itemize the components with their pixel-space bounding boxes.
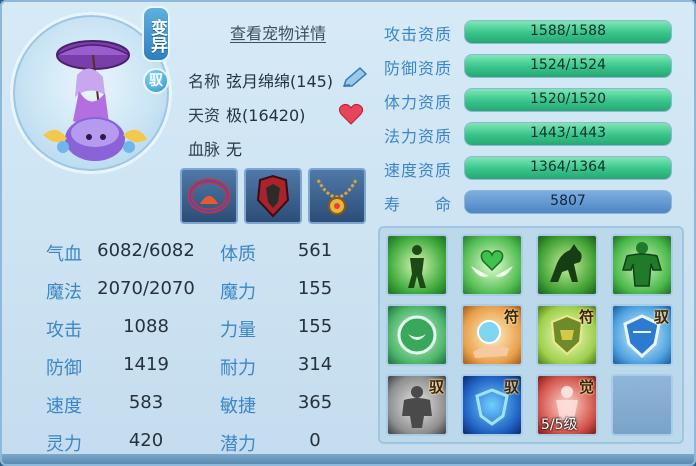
pet-bloodline-label: 血脉 [188,140,221,159]
strong-man-icon [622,242,662,287]
equipment-slot-ring[interactable] [180,168,238,224]
skill-slot-8[interactable]: 驭 [611,304,673,366]
skill-slot-3[interactable] [536,234,598,296]
pet-name-value: 弦月绵绵(145) [226,72,334,91]
aptitude-row-stamina: 体力资质 1520/1520 [374,86,674,114]
aptitude-magic-label: 法力资质 [384,127,453,146]
skill-grid: 符 符 驭 驭 驭 觉 5/5级 [378,226,684,444]
lifespan-row: 寿 命 5807 [374,188,674,216]
ride-badge[interactable]: 驭 [143,68,169,94]
stat-constitution-value: 561 [297,240,333,261]
aptitude-row-defense: 防御资质 1524/1524 [374,52,674,80]
lifespan-label: 寿 命 [384,195,453,214]
stat-defense-label: 防御 [46,358,82,379]
skill-6-tag: 符 [503,308,519,326]
lifespan-value: 5807 [550,193,586,209]
stat-attack-value: 1088 [123,316,169,337]
pet-talent-label: 天资 [188,106,221,125]
skill-slot-6[interactable]: 符 [461,304,523,366]
stat-magic-value: 155 [297,278,333,299]
aptitude-speed-value: 1364/1364 [530,159,606,175]
skill-slot-5[interactable] [386,304,448,366]
pet-bloodline-value: 无 [226,140,243,159]
aptitude-attack-value: 1588/1588 [530,23,606,39]
heart-icon[interactable] [338,102,364,126]
pet-bloodline-row: 血脉无 [188,136,242,160]
aptitude-stamina-value: 1520/1520 [530,91,606,107]
stat-endurance-label: 耐力 [220,358,256,379]
mutation-badge: 变异 [142,6,170,62]
necklace-equipment-icon [316,179,358,215]
edit-name-icon[interactable] [340,66,368,90]
pet-info-panel: 变异 驭 查看宠物详情 名称弦月绵绵(145) 天资极(16420) 血脉无 [0,0,696,466]
winged-heart-icon [471,250,513,277]
skill-slot-10[interactable]: 驭 [461,374,523,436]
aptitude-panel: 攻击资质 1588/1588 防御资质 1524/1524 体力资质 1520/… [374,10,674,220]
aptitude-magic-bar: 1443/1443 [464,122,672,146]
skill-11-tag: 觉 [578,378,594,396]
skill-slot-11[interactable]: 觉 5/5级 [536,374,598,436]
figure-aura-icon [408,245,426,288]
aptitude-defense-label: 防御资质 [384,59,453,78]
stat-potential-label: 潜力 [220,434,256,455]
stat-magic-label: 魔力 [220,282,256,303]
skill-slot-4[interactable] [611,234,673,296]
stat-mp-label: 魔法 [46,282,82,303]
aptitude-row-magic: 法力资质 1443/1443 [374,120,674,148]
stat-potential-value: 0 [309,430,321,451]
shield-emblem-icon [397,315,437,355]
skill-slot-9[interactable]: 驭 [386,374,448,436]
aptitude-stamina-bar: 1520/1520 [464,88,672,112]
skill-slot-7[interactable]: 符 [536,304,598,366]
aptitude-attack-bar: 1588/1588 [464,20,672,44]
stat-speed-value: 583 [128,392,164,413]
pet-talent-value: 极(16420) [226,106,306,125]
stat-constitution-label: 体质 [220,244,256,265]
skill-8-tag: 驭 [653,308,669,326]
aptitude-row-attack: 攻击资质 1588/1588 [374,18,674,46]
aptitude-magic-value: 1443/1443 [530,125,606,141]
empty-slot-icon [613,376,671,434]
aptitude-attack-label: 攻击资质 [384,25,453,44]
armor-equipment-icon [256,174,290,218]
pet-name-row: 名称 弦月绵绵(145) [188,68,333,92]
stat-speed-label: 速度 [46,396,82,417]
view-pet-details-link[interactable]: 查看宠物详情 [230,20,326,44]
skill-9-tag: 驭 [428,378,444,396]
stat-spirit-value: 420 [128,430,164,451]
stat-strength-value: 155 [297,316,333,337]
skill-7-tag: 符 [578,308,594,326]
equipment-slot-necklace[interactable] [308,168,366,224]
stat-mp-value: 2070/2070 [97,278,195,299]
bottom-decor-strip [2,454,694,464]
aptitude-speed-label: 速度资质 [384,161,453,180]
stat-endurance-value: 314 [297,354,333,375]
aptitude-stamina-label: 体力资质 [384,93,453,112]
horse-icon [550,244,582,282]
lifespan-bar: 5807 [464,190,672,214]
skill-slot-2[interactable] [461,234,523,296]
aptitude-row-speed: 速度资质 1364/1364 [374,154,674,182]
stat-agility-label: 敏捷 [220,396,256,417]
stat-hp-value: 6082/6082 [97,240,195,261]
pet-talent-row: 天资 极(16420) [188,102,305,126]
stat-spirit-label: 灵力 [46,434,82,455]
stat-defense-value: 1419 [123,354,169,375]
stat-strength-label: 力量 [220,320,256,341]
stat-attack-label: 攻击 [46,320,82,341]
stat-agility-value: 365 [297,392,333,413]
aptitude-defense-bar: 1524/1524 [464,54,672,78]
stat-hp-label: 气血 [46,244,82,265]
skill-10-tag: 驭 [503,378,519,396]
equipment-slot-armor[interactable] [244,168,302,224]
ring-equipment-icon [187,178,231,214]
skill-11-level: 5/5级 [541,417,578,433]
pet-name-label: 名称 [188,72,221,91]
aptitude-speed-bar: 1364/1364 [464,156,672,180]
aptitude-defense-value: 1524/1524 [530,57,606,73]
skill-slot-12-empty[interactable] [611,374,673,436]
skill-slot-1[interactable] [386,234,448,296]
